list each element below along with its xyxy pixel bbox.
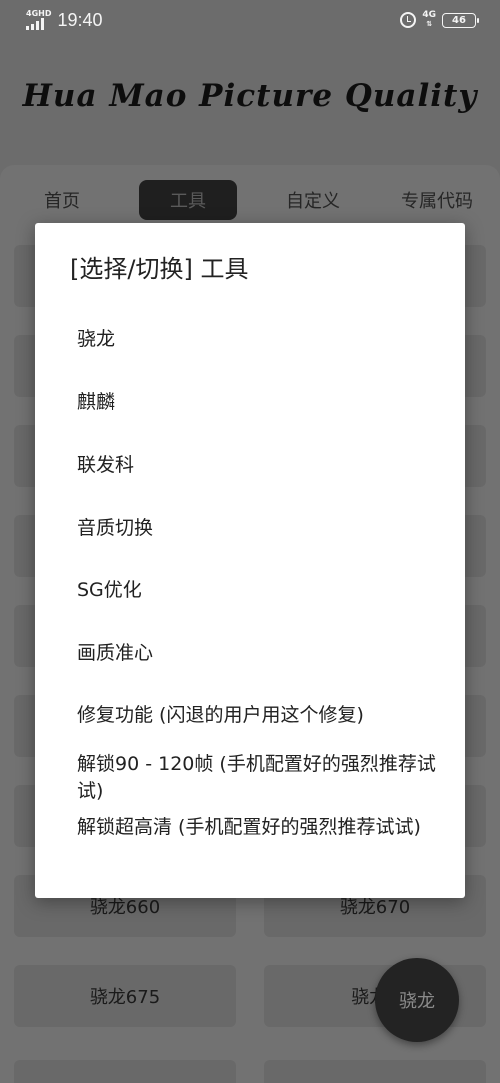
status-time: 19:40 [57, 9, 103, 30]
dialog-title: [选择/切换] 工具 [70, 255, 249, 283]
tab-bar: 首页 工具 自定义 专属代码 [0, 178, 500, 222]
tab-custom[interactable]: 自定义 [263, 180, 363, 220]
tool-select-dialog: [选择/切换] 工具 骁龙 麒麟 联发科 音质切换 SG优化 画质准心 修复功能… [35, 223, 465, 898]
battery-level: 46 [452, 14, 466, 26]
data-arrows-icon: ⇅ [426, 20, 433, 28]
alarm-clock-icon [400, 12, 417, 28]
grid-item[interactable] [14, 1060, 236, 1083]
network-4g-label: 4G [422, 10, 436, 20]
tab-tools[interactable]: 工具 [139, 180, 237, 220]
option-mediatek[interactable]: 联发科 [77, 452, 437, 479]
option-repair[interactable]: 修复功能 (闪退的用户用这个修复) [77, 702, 437, 729]
option-kirin[interactable]: 麒麟 [77, 389, 437, 416]
option-sg-optimize[interactable]: SG优化 [77, 577, 437, 604]
status-left: 4GHD 19:40 [26, 10, 103, 31]
option-crosshair[interactable]: 画质准心 [77, 640, 437, 667]
network-type-label: 4GHD [26, 9, 52, 18]
grid-item[interactable] [264, 1060, 486, 1083]
floating-snapdragon-button[interactable]: 骁龙 [375, 958, 459, 1042]
status-bar: 4GHD 19:40 4G ⇅ 46 [0, 0, 500, 40]
option-snapdragon[interactable]: 骁龙 [77, 326, 437, 353]
mobile-data-icon: 4G ⇅ [422, 11, 436, 29]
option-unlock-90-120fps[interactable]: 解锁90 - 120帧 (手机配置好的强烈推荐试试) [77, 751, 437, 805]
option-unlock-uhd[interactable]: 解锁超高清 (手机配置好的强烈推荐试试) [77, 814, 437, 841]
grid-item-snapdragon-675[interactable]: 骁龙675 [14, 965, 236, 1027]
tab-exclusive-code[interactable]: 专属代码 [387, 180, 487, 220]
signal-bars-icon [26, 18, 44, 30]
option-audio-switch[interactable]: 音质切换 [77, 515, 437, 542]
cellular-signal-icon: 4GHD [26, 10, 51, 30]
status-right: 4G ⇅ 46 [400, 11, 479, 29]
app-title: Hua Mao Picture Quality [22, 78, 478, 114]
battery-icon: 46 [442, 12, 479, 28]
tab-home[interactable]: 首页 [12, 180, 112, 220]
